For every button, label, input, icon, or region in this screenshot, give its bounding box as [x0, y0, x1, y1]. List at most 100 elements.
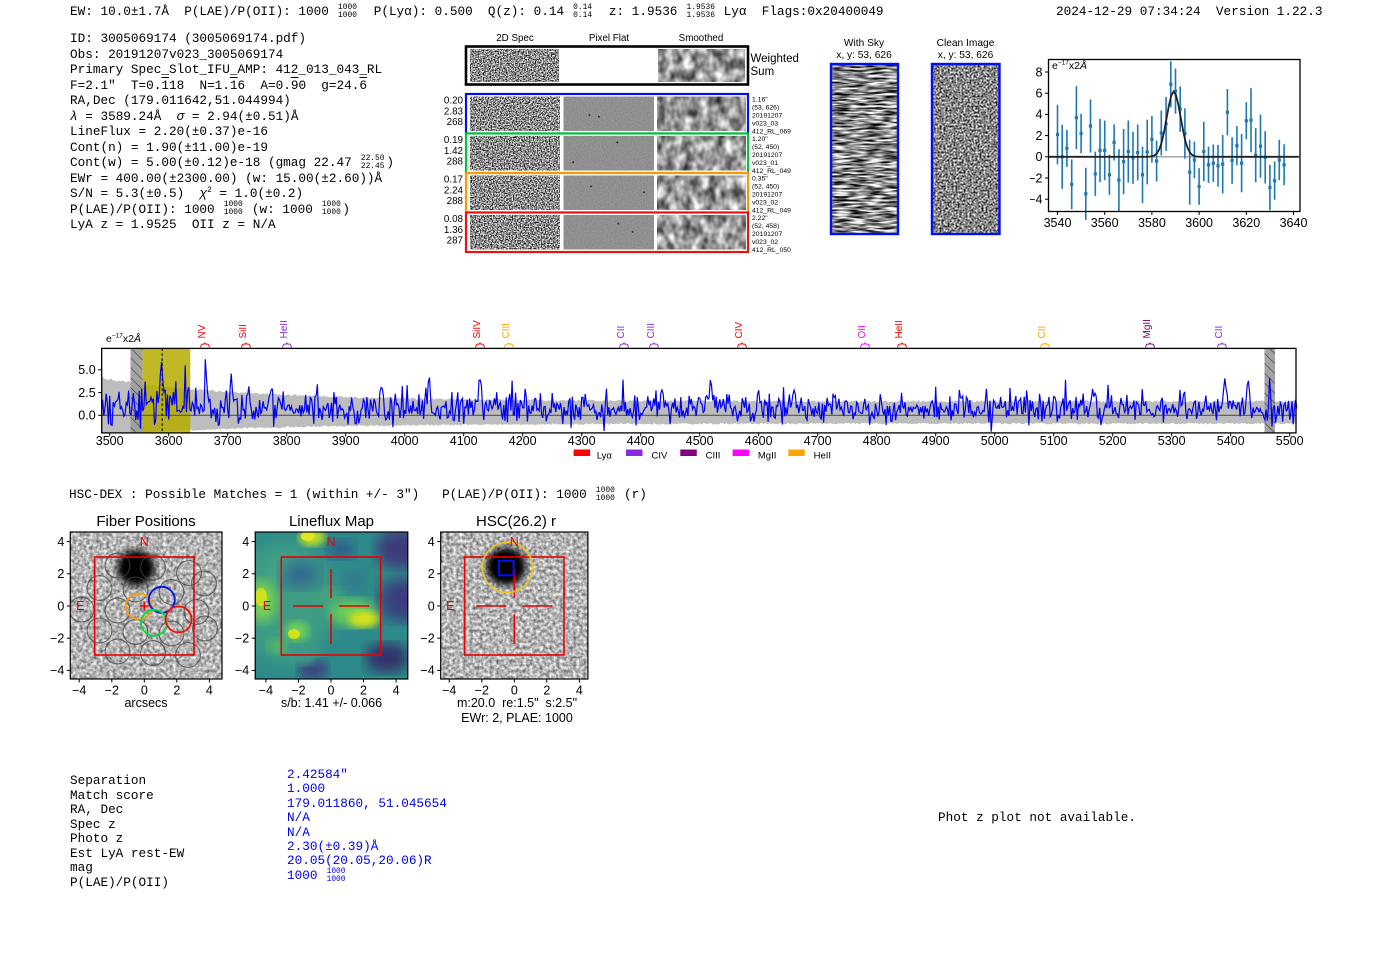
svg-text:4: 4 — [242, 535, 249, 549]
svg-text:m:20.0 re:1.5" s:2.5": m:20.0 re:1.5" s:2.5" — [457, 696, 577, 710]
svg-text:4: 4 — [206, 684, 213, 698]
svg-text:CIV: CIV — [734, 322, 745, 339]
svg-text:With Sky: With Sky — [844, 38, 885, 49]
svg-text:CIII: CIII — [501, 323, 512, 339]
svg-text:4: 4 — [428, 535, 435, 549]
svg-text:4000: 4000 — [391, 434, 419, 448]
svg-text:5400: 5400 — [1217, 434, 1245, 448]
svg-text:412_RL_050: 412_RL_050 — [752, 247, 791, 254]
svg-text:−2: −2 — [420, 632, 434, 646]
svg-text:5000: 5000 — [981, 434, 1009, 448]
svg-text:−2: −2 — [1030, 171, 1043, 185]
svg-text:4300: 4300 — [568, 434, 596, 448]
svg-text:4: 4 — [57, 535, 64, 549]
svg-text:CII: CII — [1037, 326, 1048, 339]
svg-text:Sum: Sum — [751, 66, 775, 78]
svg-text:4800: 4800 — [863, 434, 891, 448]
svg-text:1.20": 1.20" — [752, 136, 768, 143]
svg-text:5100: 5100 — [1040, 434, 1068, 448]
svg-text:x, y: 53, 626: x, y: 53, 626 — [836, 50, 892, 61]
svg-text:E: E — [76, 599, 84, 613]
svg-text:Smoothed: Smoothed — [679, 33, 724, 44]
svg-text:−4: −4 — [235, 664, 249, 678]
svg-text:Lyα: Lyα — [597, 451, 613, 462]
svg-text:0: 0 — [1036, 150, 1043, 164]
svg-text:412_RL_069: 412_RL_069 — [752, 129, 791, 136]
svg-text:4: 4 — [393, 684, 400, 698]
svg-text:3600: 3600 — [155, 434, 183, 448]
svg-text:0.19: 0.19 — [444, 135, 463, 146]
svg-text:−2: −2 — [50, 632, 64, 646]
svg-text:5200: 5200 — [1099, 434, 1127, 448]
svg-text:HeII: HeII — [279, 320, 290, 338]
svg-text:(52, 450): (52, 450) — [752, 144, 779, 151]
svg-text:NV: NV — [197, 324, 208, 338]
svg-text:3900: 3900 — [332, 434, 360, 448]
svg-text:4400: 4400 — [627, 434, 655, 448]
svg-text:0: 0 — [242, 599, 249, 613]
svg-text:N: N — [140, 535, 149, 549]
svg-text:v023_02: v023_02 — [752, 200, 778, 207]
svg-text:CII: CII — [616, 326, 627, 339]
svg-text:2: 2 — [173, 684, 180, 698]
svg-text:0.0: 0.0 — [78, 409, 95, 423]
svg-text:4: 4 — [1036, 108, 1043, 122]
svg-text:v023_01: v023_01 — [752, 160, 778, 167]
svg-text:E: E — [446, 599, 454, 613]
svg-text:3500: 3500 — [96, 434, 124, 448]
svg-text:3700: 3700 — [214, 434, 242, 448]
svg-text:5300: 5300 — [1158, 434, 1186, 448]
svg-text:287: 287 — [447, 236, 463, 247]
svg-text:2.22": 2.22" — [752, 215, 768, 222]
svg-text:20191207: 20191207 — [752, 152, 782, 159]
svg-text:Lineflux Map: Lineflux Map — [289, 513, 374, 530]
svg-text:−4: −4 — [50, 664, 64, 678]
svg-text:412_RL_049: 412_RL_049 — [752, 208, 791, 215]
svg-text:−2: −2 — [105, 684, 119, 698]
svg-text:412_RL_049: 412_RL_049 — [752, 168, 791, 175]
svg-text:s/b: 1.41 +/- 0.066: s/b: 1.41 +/- 0.066 — [281, 696, 382, 710]
svg-text:20191207: 20191207 — [752, 113, 782, 120]
svg-text:SiIV: SiIV — [472, 320, 483, 339]
svg-text:MgII: MgII — [758, 451, 776, 462]
svg-text:288: 288 — [447, 196, 464, 207]
svg-text:5500: 5500 — [1276, 434, 1304, 448]
svg-text:−4: −4 — [259, 684, 273, 698]
svg-text:SiII: SiII — [238, 324, 249, 338]
svg-text:0.17: 0.17 — [444, 175, 463, 186]
svg-text:N: N — [326, 535, 335, 549]
svg-text:268: 268 — [447, 117, 464, 128]
svg-text:CIII: CIII — [646, 323, 657, 339]
svg-text:5.0: 5.0 — [78, 363, 95, 377]
svg-text:2: 2 — [242, 567, 249, 581]
svg-text:arcsecs: arcsecs — [124, 696, 167, 710]
svg-text:(53, 626): (53, 626) — [752, 105, 779, 112]
svg-text:3600: 3600 — [1185, 216, 1213, 230]
svg-text:2: 2 — [1036, 129, 1043, 143]
svg-text:−4: −4 — [420, 664, 434, 678]
svg-text:HSC(26.2) r: HSC(26.2) r — [476, 513, 556, 530]
svg-text:HeII: HeII — [894, 320, 905, 338]
svg-text:3620: 3620 — [1232, 216, 1260, 230]
svg-text:6: 6 — [1036, 87, 1043, 101]
svg-text:2.24: 2.24 — [444, 185, 464, 196]
svg-text:3540: 3540 — [1044, 216, 1072, 230]
svg-text:20191207: 20191207 — [752, 192, 782, 199]
svg-text:3640: 3640 — [1280, 216, 1308, 230]
svg-text:3800: 3800 — [273, 434, 301, 448]
svg-text:0.08: 0.08 — [444, 214, 464, 225]
svg-text:Fiber Positions: Fiber Positions — [96, 513, 195, 530]
svg-text:EWr: 2, PLAE: 1000: EWr: 2, PLAE: 1000 — [461, 711, 573, 725]
svg-text:HeII: HeII — [814, 451, 831, 462]
svg-text:v023_02: v023_02 — [752, 239, 778, 246]
svg-text:(52, 450): (52, 450) — [752, 184, 779, 191]
svg-text:20191207: 20191207 — [752, 231, 782, 238]
svg-text:3560: 3560 — [1091, 216, 1119, 230]
svg-text:1.42: 1.42 — [444, 146, 463, 157]
svg-text:2: 2 — [428, 567, 435, 581]
svg-text:(52, 458): (52, 458) — [752, 223, 779, 230]
svg-text:1.16": 1.16" — [752, 97, 768, 104]
svg-text:−2: −2 — [235, 632, 249, 646]
svg-text:OII: OII — [857, 325, 868, 338]
svg-text:0: 0 — [428, 599, 435, 613]
